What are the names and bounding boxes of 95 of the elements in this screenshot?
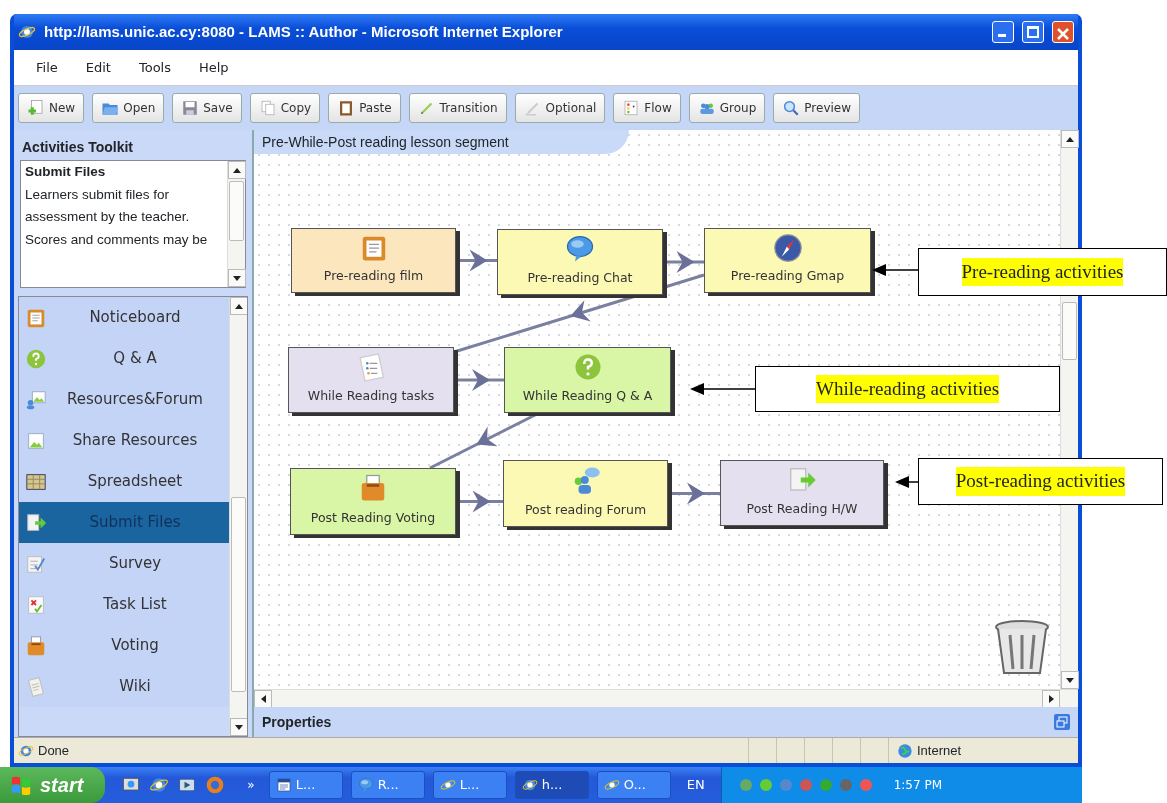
activity-label: Pre-reading film: [322, 267, 425, 286]
scroll-down-button[interactable]: [1061, 671, 1079, 689]
copy-icon: [258, 99, 277, 117]
scroll-up-button[interactable]: [230, 297, 247, 315]
canvas-title: Pre-While-Post reading lesson segment: [254, 130, 629, 154]
toolkit-item[interactable]: Task List: [19, 584, 229, 625]
document-plus-icon: [27, 99, 45, 117]
taskbar-button[interactable]: L...: [432, 771, 507, 799]
minimize-button[interactable]: [992, 21, 1014, 43]
pointer-arrow: [895, 475, 918, 489]
window-title: http://lams.unic.ac.cy:8080 - LAMS :: Author - Microsoft Internet Explorer: [44, 21, 564, 42]
description-heading: Submit Files: [25, 163, 107, 181]
taskbar-button[interactable]: h...: [514, 771, 589, 799]
search-icon: [782, 99, 801, 117]
activity-label: Pre-reading Gmap: [729, 267, 846, 286]
scroll-thumb[interactable]: [229, 181, 244, 241]
flow-icon: [622, 99, 641, 117]
menu-item[interactable]: File: [22, 57, 72, 78]
activity-label: Post Reading Voting: [309, 509, 437, 528]
document-arrow-icon: [25, 511, 47, 534]
activity-label: Post Reading H/W: [745, 500, 859, 519]
menu-item[interactable]: Edit: [71, 57, 125, 78]
pointer-arrow: [872, 263, 918, 277]
scroll-down-button[interactable]: [230, 718, 247, 736]
activity-label: While Reading tasks: [306, 387, 436, 406]
toolbar-button[interactable]: Group: [688, 93, 766, 123]
taskbar-button[interactable]: O...: [596, 771, 671, 799]
zone-text: Internet: [917, 741, 962, 760]
globe-icon: [897, 742, 913, 759]
checklist-icon: [25, 593, 47, 616]
clock: 1:57 PM: [893, 777, 942, 794]
activity-label: Post reading Forum: [523, 501, 648, 520]
annotation-label: While-reading activities: [755, 366, 1060, 412]
compass-icon: [772, 233, 803, 263]
vertical-scrollbar[interactable]: [227, 161, 245, 287]
taskbar-overflow[interactable]: »: [247, 776, 255, 794]
properties-title: Properties: [262, 712, 333, 732]
scroll-up-button[interactable]: [228, 161, 246, 179]
maximize-button[interactable]: [1022, 21, 1044, 43]
taskbar-button[interactable]: L...: [268, 771, 343, 799]
menu-item[interactable]: Tools: [124, 57, 185, 78]
ballot-box-icon: [25, 634, 47, 657]
toolbar-button[interactable]: Preview: [773, 93, 860, 123]
vertical-scrollbar[interactable]: [229, 297, 247, 736]
windows-flag-icon: [10, 774, 32, 796]
pictures-icon: [25, 388, 47, 411]
browser-icon: [439, 777, 456, 793]
toolkit-item[interactable]: Resources&Forum: [19, 379, 229, 420]
toolbar-button[interactable]: Paste: [328, 93, 401, 123]
toolbar-button[interactable]: Save: [172, 93, 242, 123]
toolkit-item[interactable]: Share Resources: [19, 420, 229, 461]
document-icon: [25, 675, 47, 698]
description-text: Learners submit files for assessment by the teacher. Scores and comments may be: [25, 185, 209, 249]
toolkit-item[interactable]: Voting: [19, 625, 229, 666]
browser-icon: [521, 777, 538, 793]
toolbar-button[interactable]: Copy: [249, 93, 321, 123]
scroll-up-button[interactable]: [1061, 130, 1079, 148]
toolkit-item[interactable]: Wiki: [19, 666, 229, 707]
toolbar-button[interactable]: Transition: [408, 93, 507, 123]
scroll-thumb[interactable]: [1062, 302, 1077, 360]
scroll-thumb[interactable]: [231, 497, 246, 692]
toolkit-item[interactable]: Survey: [19, 543, 229, 584]
toolbar-button[interactable]: Optional: [514, 93, 606, 123]
browser-icon: [603, 777, 620, 793]
window-restore-icon[interactable]: [1054, 714, 1070, 730]
question-icon: [25, 347, 47, 370]
menu-item[interactable]: Help: [185, 57, 243, 78]
status-text: Done: [38, 741, 71, 760]
toolbar-button[interactable]: Flow: [613, 93, 681, 123]
transition-arrow: [672, 482, 720, 505]
scroll-down-button[interactable]: [228, 269, 246, 287]
scroll-right-button[interactable]: [1042, 690, 1060, 708]
transition-arrow: [458, 369, 504, 391]
browser-icon[interactable]: [149, 775, 170, 795]
toolbar-button[interactable]: New: [18, 93, 85, 123]
toolbar-button[interactable]: Open: [92, 93, 165, 123]
document-icon: [275, 777, 292, 793]
annotation-label: Pre-reading activities: [918, 248, 1167, 296]
toolkit-item[interactable]: Noticeboard: [19, 297, 229, 338]
pointer-arrow: [690, 382, 755, 396]
panel-title: Activities Toolkit: [21, 138, 134, 157]
annotation-label: Post-reading activities: [918, 458, 1163, 505]
horizontal-scrollbar[interactable]: [254, 689, 1078, 707]
speech-bubble-icon: [565, 234, 595, 264]
trash-can-icon[interactable]: [992, 619, 1052, 677]
activity-label: While Reading Q & A: [521, 387, 654, 406]
speech-bubble-icon: [357, 777, 374, 793]
transition-arrow: [460, 490, 503, 513]
scroll-left-button[interactable]: [254, 690, 272, 708]
toolkit-item[interactable]: Spreadsheet: [19, 461, 229, 502]
activity-label: Pre-reading Chat: [526, 269, 634, 288]
taskbar-button[interactable]: R...: [350, 771, 425, 799]
toolkit-item[interactable]: Q & A: [19, 338, 229, 379]
browser-icon: [18, 23, 36, 41]
language-indicator[interactable]: EN: [678, 775, 713, 795]
